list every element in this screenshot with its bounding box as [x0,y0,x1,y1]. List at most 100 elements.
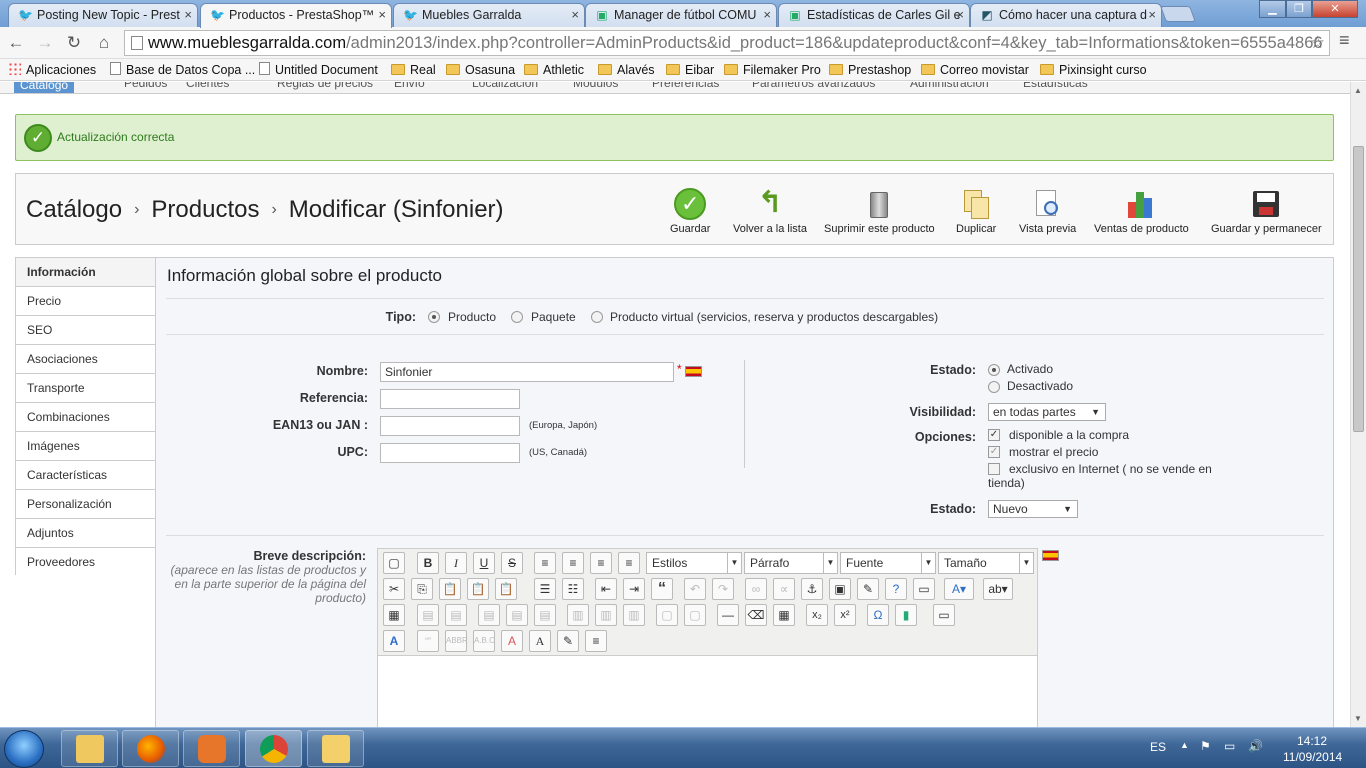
spain-flag-icon[interactable] [685,366,702,377]
paste-icon[interactable]: 📋 [439,578,461,600]
numbered-list-icon[interactable]: ☷ [562,578,584,600]
status-active-radio[interactable] [988,364,1000,376]
superscript-icon[interactable]: x² [834,604,856,626]
tab-adjuntos[interactable]: Adjuntos [16,518,155,547]
save-and-stay-button[interactable]: Guardar y permanecer [1211,188,1322,235]
tab-informacion[interactable]: Información [16,257,155,286]
close-icon[interactable]: × [1148,4,1156,26]
admin-menu-advanced-params[interactable]: Parámetros avanzados [752,82,875,90]
close-icon[interactable]: × [571,4,579,26]
browser-tab[interactable]: ◩ Cómo hacer una captura d × [970,3,1162,27]
background-color-icon[interactable]: ab▾ [983,578,1013,600]
outdent-icon[interactable]: ⇤ [595,578,617,600]
help-icon[interactable]: ? [885,578,907,600]
visibility-select[interactable]: en todas partes ▼ [988,403,1106,421]
font-dropdown[interactable]: Fuente ▼ [840,552,936,574]
address-bar[interactable]: www.mueblesgarralda.com/admin2013/index.… [124,30,1330,56]
bookmark-folder[interactable]: Alavés [598,61,655,79]
back-icon[interactable]: ← [5,32,27,54]
condition-select[interactable]: Nuevo ▼ [988,500,1078,518]
acronym-icon[interactable]: A.B.C [473,630,495,652]
merge-cells-icon[interactable]: ▢ [684,604,706,626]
attributes-icon[interactable]: ✎ [557,630,579,652]
media-icon[interactable]: ▮ [895,604,917,626]
indent-icon[interactable]: ⇥ [623,578,645,600]
bookmark-item[interactable]: Untitled Document [259,61,378,79]
tab-personalizacion[interactable]: Personalización [16,489,155,518]
format-dropdown[interactable]: Párrafo ▼ [744,552,838,574]
table-icon[interactable]: ▦ [383,604,405,626]
size-dropdown[interactable]: Tamaño ▼ [938,552,1034,574]
type-product-radio[interactable] [428,311,440,323]
browser-tab[interactable]: ▣ Manager de fútbol COMU × [585,3,777,27]
windows-start-button[interactable] [4,730,44,768]
available-checkbox[interactable]: ✓ [988,429,1000,441]
bold-icon[interactable]: B [417,552,439,574]
strikethrough-icon[interactable]: S [501,552,523,574]
close-icon[interactable]: × [956,4,964,26]
chrome-menu-icon[interactable]: ≡ [1339,30,1350,51]
fullscreen-icon[interactable]: ▭ [933,604,955,626]
network-icon[interactable]: ▭ [1224,739,1235,753]
tab-caracteristicas[interactable]: Características [16,460,155,489]
pagebreak-icon[interactable]: ≡ [585,630,607,652]
bookmark-folder[interactable]: Real [391,61,436,79]
new-tab-button[interactable] [1160,6,1196,22]
minimize-icon[interactable]: ▁ [1259,0,1286,18]
delete-row-icon[interactable]: ▤ [534,604,556,626]
html-source-icon[interactable]: ▭ [913,578,935,600]
new-document-icon[interactable]: ▢ [383,552,405,574]
paste-text-icon[interactable]: 📋 [467,578,489,600]
tab-asociaciones[interactable]: Asociaciones [16,344,155,373]
image-icon[interactable]: ▣ [829,578,851,600]
admin-menu-shipping[interactable]: Envío [394,82,425,90]
insert-col-before-icon[interactable]: ▥ [567,604,589,626]
bookmark-folder[interactable]: Eibar [666,61,714,79]
align-center-icon[interactable]: ≡ [562,552,584,574]
back-to-list-button[interactable]: ↰ Volver a la lista [733,188,807,236]
delete-product-button[interactable]: Suprimir este producto [824,188,935,235]
bookmark-apps[interactable]: Aplicaciones [8,61,96,79]
undo-icon[interactable]: ↶ [684,578,706,600]
taskbar-media-player[interactable] [183,730,240,767]
underline-icon[interactable]: U [473,552,495,574]
browser-tab[interactable]: 🐦 Muebles Garralda × [393,3,585,27]
duplicate-button[interactable]: Duplicar [956,188,996,235]
clock-date[interactable]: 11/09/2014 [1283,750,1342,764]
tab-seo[interactable]: SEO [16,315,155,344]
remove-format-icon[interactable]: ⌫ [745,604,767,626]
volume-icon[interactable]: 🔊 [1248,739,1263,753]
status-inactive-radio[interactable] [988,381,1000,393]
scrollbar-thumb[interactable] [1353,146,1364,432]
align-left-icon[interactable]: ≡ [534,552,556,574]
bookmark-star-icon[interactable]: ☆ [1310,31,1325,55]
copy-icon[interactable]: ⎘ [411,578,433,600]
admin-menu-price-rules[interactable]: Reglas de precios [277,82,373,90]
flag-icon[interactable]: ⚑ [1200,739,1211,753]
admin-menu-administration[interactable]: Administración [910,82,989,90]
clock-time[interactable]: 14:12 [1297,734,1327,748]
taskbar-chrome[interactable] [245,730,302,767]
admin-menu-customers[interactable]: Clientes [186,82,229,90]
tab-imagenes[interactable]: Imágenes [16,431,155,460]
delete-col-icon[interactable]: ▥ [623,604,645,626]
browser-tab[interactable]: ▣ Estadísticas de Carles Gil e × [778,3,970,27]
type-virtual-radio[interactable] [591,311,603,323]
visual-aid-icon[interactable]: ▦ [773,604,795,626]
save-button[interactable]: ✓ Guardar [670,188,710,235]
special-char-icon[interactable]: Ω [867,604,889,626]
cell-props-icon[interactable]: ▤ [445,604,467,626]
admin-menu-preferences[interactable]: Preferencias [652,82,719,90]
close-icon[interactable]: × [184,4,192,26]
taskbar-outlook[interactable] [307,730,364,767]
name-input[interactable]: Sinfonier [380,362,674,382]
maximize-icon[interactable]: ❐ [1286,0,1312,18]
bookmark-folder[interactable]: Filemaker Pro [724,61,821,79]
insert-col-after-icon[interactable]: ▥ [595,604,617,626]
admin-menu-localization[interactable]: Localización [472,82,538,90]
tab-proveedores[interactable]: Proveedores [16,547,155,576]
breadcrumb-catalog[interactable]: Catálogo [26,196,122,223]
anchor-icon[interactable]: ⚓ [801,578,823,600]
bookmark-item[interactable]: Base de Datos Copa ... [110,61,255,79]
text-color-icon[interactable]: A▾ [944,578,974,600]
